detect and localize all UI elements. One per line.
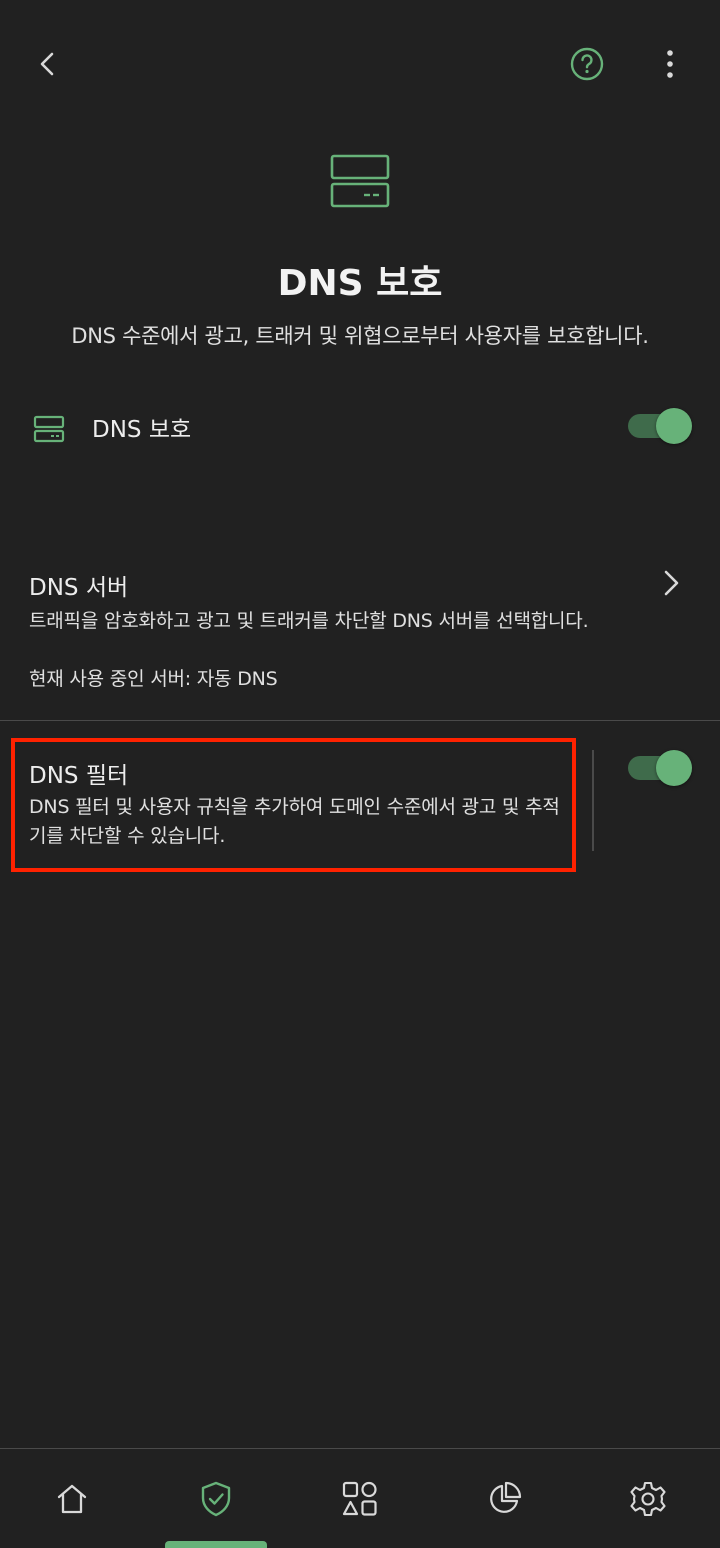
chevron-right-icon — [664, 570, 679, 596]
toggle-thumb — [656, 408, 692, 444]
divider — [0, 720, 720, 721]
dns-filter-row[interactable]: DNS 필터 DNS 필터 및 사용자 규칙을 추가하여 도메인 수준에서 광고… — [0, 722, 720, 872]
nav-settings[interactable] — [576, 1449, 720, 1548]
active-tab-indicator — [165, 1541, 267, 1548]
dns-protection-row[interactable]: DNS 보호 — [0, 384, 720, 472]
apps-icon — [342, 1481, 377, 1516]
help-icon — [570, 47, 604, 81]
pie-chart-icon — [490, 1481, 522, 1513]
dns-server-title: DNS 서버 — [29, 575, 129, 601]
shield-check-icon — [201, 1481, 231, 1516]
back-button[interactable] — [24, 40, 72, 88]
dns-server-description: 트래픽을 암호화하고 광고 및 트래커를 차단할 DNS 서버를 선택합니다. — [29, 610, 589, 632]
dns-filter-description: DNS 필터 및 사용자 규칙을 추가하여 도메인 수준에서 광고 및 추적기를… — [29, 796, 560, 847]
vertical-divider — [592, 750, 594, 851]
dns-protection-toggle[interactable] — [628, 406, 692, 446]
server-icon — [330, 154, 390, 208]
more-options-button[interactable] — [646, 40, 694, 88]
nav-home[interactable] — [0, 1449, 144, 1548]
bottom-navigation — [0, 1449, 720, 1548]
dns-protection-label: DNS 보호 — [92, 417, 192, 443]
dns-server-current: 현재 사용 중인 서버: 자동 DNS — [29, 668, 278, 690]
dns-filter-title: DNS 필터 — [29, 763, 129, 789]
dns-server-row[interactable]: DNS 서버 트래픽을 암호화하고 광고 및 트래커를 차단할 DNS 서버를 … — [0, 548, 720, 708]
server-icon — [33, 415, 65, 443]
page-subtitle: DNS 수준에서 광고, 트래커 및 위협으로부터 사용자를 보호합니다. — [71, 324, 649, 348]
back-arrow-icon — [40, 52, 54, 76]
page-title: DNS 보호 — [277, 263, 443, 304]
nav-protection[interactable] — [144, 1449, 288, 1548]
nav-apps[interactable] — [288, 1449, 432, 1548]
dns-filter-toggle[interactable] — [628, 748, 692, 788]
home-icon — [57, 1484, 87, 1513]
more-vertical-icon — [667, 50, 673, 78]
help-button[interactable] — [563, 40, 611, 88]
nav-statistics[interactable] — [432, 1449, 576, 1548]
gear-icon — [630, 1481, 666, 1516]
toggle-thumb — [656, 750, 692, 786]
